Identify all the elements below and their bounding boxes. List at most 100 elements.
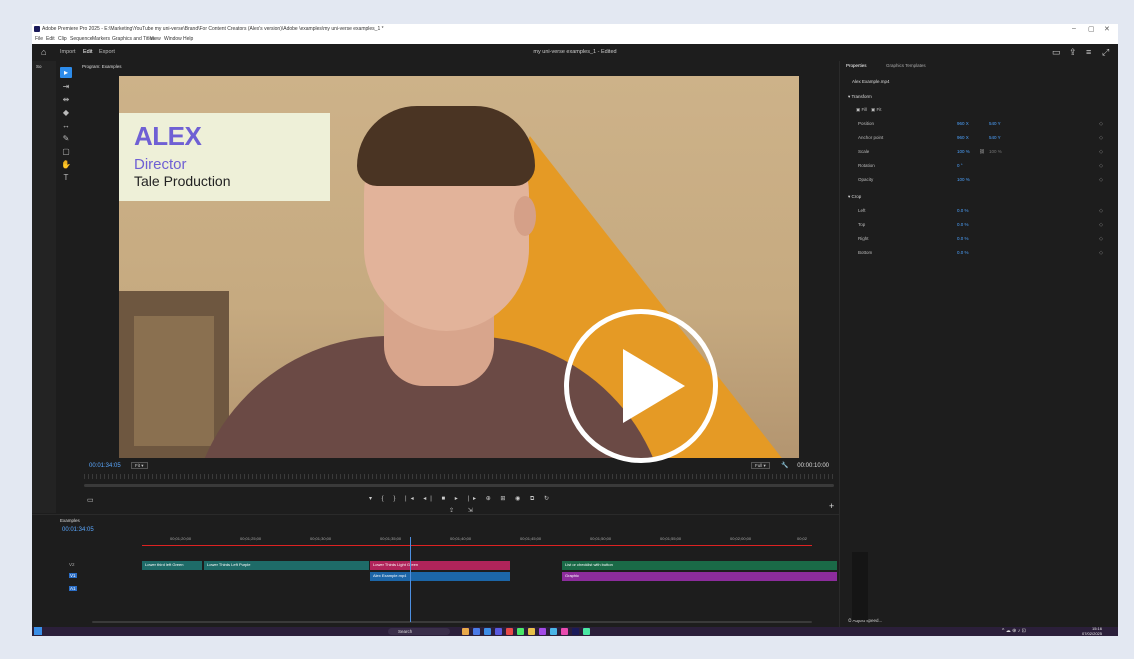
crop-value-right[interactable]: 0.0 %	[957, 236, 969, 241]
keyframe-icon[interactable]: ◇	[1099, 208, 1103, 214]
pen-tool-icon[interactable]: ✎	[60, 133, 72, 144]
monitor-settings-icon[interactable]: ▭	[87, 496, 94, 504]
system-tray-icons[interactable]: ^ ☁ ⊕ ♪ ⊡	[1002, 628, 1026, 634]
property-value-y[interactable]: 540 Y	[989, 121, 1001, 126]
crop-value-left[interactable]: 0.0 %	[957, 208, 969, 213]
menu-edit[interactable]: Edit	[46, 36, 55, 42]
razor-tool-icon[interactable]: ◆	[60, 107, 72, 118]
timeline-clip[interactable]: Graphic	[562, 572, 837, 581]
property-value[interactable]: 100 %	[957, 177, 970, 182]
monitor-current-timecode[interactable]: 00:01:34:05	[89, 463, 121, 469]
keyframe-icon[interactable]: ◇	[1099, 250, 1103, 256]
selection-tool-icon[interactable]: ▸	[60, 67, 72, 78]
share-icon[interactable]: ⇪	[1069, 47, 1077, 58]
type-tool-icon[interactable]: T	[60, 172, 72, 183]
monitor-zoom-scrollbar[interactable]	[84, 484, 834, 487]
taskbar-app-icon[interactable]	[517, 628, 524, 635]
property-row-position[interactable]: Position 960 X 540 Y ◇	[858, 121, 1103, 127]
timeline-clip[interactable]: Alex Example.mp4	[370, 572, 510, 581]
keyframe-icon[interactable]: ◇	[1099, 149, 1103, 155]
minimize-button[interactable]: –	[1072, 25, 1076, 32]
tab-graphics-templates[interactable]: Graphics Templates	[886, 63, 926, 68]
timeline-playhead[interactable]	[410, 537, 411, 622]
menu-markers[interactable]: Markers	[92, 36, 110, 42]
keyframe-icon[interactable]: ◇	[1099, 163, 1103, 169]
property-value-y[interactable]: 540 Y	[989, 135, 1001, 140]
taskbar-app-icon[interactable]	[506, 628, 513, 635]
project-panel-tab[interactable]: So	[36, 64, 42, 69]
tab-properties[interactable]: Properties	[846, 63, 867, 68]
taskbar-clock[interactable]: 15:16 07/02/2025	[1082, 626, 1102, 636]
track-select-tool-icon[interactable]: ⇥	[60, 81, 72, 92]
keyframe-icon[interactable]: ◇	[1099, 222, 1103, 228]
timeline-timecode[interactable]: 00:01:34:05	[62, 527, 94, 533]
export-frame-controls[interactable]: ⇪ ⇲	[449, 507, 479, 514]
fit-dropdown[interactable]: Fit ▾	[131, 462, 148, 469]
close-button[interactable]: ✕	[1104, 25, 1110, 33]
slip-tool-icon[interactable]: ↔	[60, 120, 72, 131]
hand-tool-icon[interactable]: ✋	[60, 159, 72, 170]
menu-view[interactable]: View	[150, 36, 161, 42]
fill-fit-toggle[interactable]: ▣ Fill ▣ Fit	[856, 107, 882, 113]
menu-file[interactable]: File	[35, 36, 43, 42]
taskbar-app-icon[interactable]	[484, 628, 491, 635]
program-monitor-tab[interactable]: Program: Examples	[82, 64, 122, 69]
timeline-clip[interactable]: Lower Thirds Light Green	[370, 561, 510, 570]
property-row-anchor-point[interactable]: Anchor point 960 X 540 Y ◇	[858, 135, 1103, 141]
taskbar-app-icon[interactable]	[539, 628, 546, 635]
taskbar-app-icon[interactable]	[473, 628, 480, 635]
taskbar-premiere-icon[interactable]	[572, 628, 579, 635]
property-value-width[interactable]: 100 %	[957, 149, 970, 154]
taskbar-app-icon[interactable]	[528, 628, 535, 635]
track-a1-label[interactable]: A1	[69, 586, 77, 591]
timeline-ruler[interactable]: 00;01;20;00 00;01;25;00 00;01;30;00 00;0…	[142, 535, 812, 547]
menu-clip[interactable]: Clip	[58, 36, 67, 42]
keyframe-icon[interactable]: ◇	[1099, 177, 1103, 183]
fullscreen-icon[interactable]: ⤢	[1102, 47, 1109, 58]
menu-graphics-and-titles[interactable]: Graphics and Titles	[112, 36, 155, 42]
track-v2-label[interactable]: V2	[69, 562, 75, 567]
monitor-time-ruler[interactable]	[84, 474, 834, 479]
crop-value-bottom[interactable]: 0.0 %	[957, 250, 969, 255]
maximize-button[interactable]: ▢	[1088, 25, 1095, 33]
timeline-scrollbar[interactable]	[92, 621, 812, 623]
keyframe-icon[interactable]: ◇	[1099, 135, 1103, 141]
property-value-x[interactable]: 960 X	[957, 135, 969, 140]
taskbar-search[interactable]: Search	[388, 628, 450, 635]
crop-row-top[interactable]: Top 0.0 % ◇	[858, 222, 1103, 228]
keyframe-icon[interactable]: ◇	[1099, 121, 1103, 127]
keyframe-icon[interactable]: ◇	[1099, 236, 1103, 242]
crop-value-top[interactable]: 0.0 %	[957, 222, 969, 227]
windows-start-icon[interactable]	[34, 627, 42, 635]
menu-sequence[interactable]: Sequence	[70, 36, 93, 42]
property-row-scale[interactable]: Scale 100 % ⛓ 100 % ◇	[858, 149, 1103, 155]
menu-help[interactable]: Help	[183, 36, 193, 42]
timeline-clip[interactable]: Lower third left Green	[142, 561, 202, 570]
settings-icon[interactable]: ≡	[1086, 47, 1091, 57]
property-row-rotation[interactable]: Rotation 0 ° ◇	[858, 163, 1103, 169]
taskbar-app-icon[interactable]	[462, 628, 469, 635]
timeline-clip[interactable]: Lower Thirds Left Purple	[204, 561, 369, 570]
ripple-edit-tool-icon[interactable]: ⇹	[60, 94, 72, 105]
timeline-clip[interactable]: List or checklist with button	[562, 561, 837, 570]
crop-section-header[interactable]: ▾ Crop	[848, 194, 861, 200]
wrench-icon[interactable]: 🔧	[781, 462, 788, 469]
crop-row-bottom[interactable]: Bottom 0.0 % ◇	[858, 250, 1103, 256]
transport-controls[interactable]: ▾ { } |◂ ◂| ■ ▸ |▸ ⊕ ⊞ ◉ ⧉ ↻	[369, 495, 553, 503]
add-button-icon[interactable]: +	[829, 501, 834, 511]
taskbar-app-icon[interactable]	[550, 628, 557, 635]
timeline-tab[interactable]: Examples	[60, 518, 80, 523]
play-overlay-icon[interactable]	[564, 309, 718, 463]
panel-layout-icon[interactable]: ▭	[1052, 47, 1061, 58]
crop-row-right[interactable]: Right 0.0 % ◇	[858, 236, 1103, 242]
crop-row-left[interactable]: Left 0.0 % ◇	[858, 208, 1103, 214]
property-value-height[interactable]: 100 %	[989, 149, 1002, 154]
rectangle-tool-icon[interactable]: ▢	[60, 146, 72, 157]
property-value[interactable]: 0 °	[957, 163, 963, 168]
transform-section-header[interactable]: ▾ Transform	[848, 94, 872, 100]
menu-window[interactable]: Window	[164, 36, 182, 42]
property-row-opacity[interactable]: Opacity 100 % ◇	[858, 177, 1103, 183]
quality-dropdown[interactable]: Full ▾	[751, 462, 770, 469]
property-value-x[interactable]: 960 X	[957, 121, 969, 126]
taskbar-app-icon[interactable]	[495, 628, 502, 635]
